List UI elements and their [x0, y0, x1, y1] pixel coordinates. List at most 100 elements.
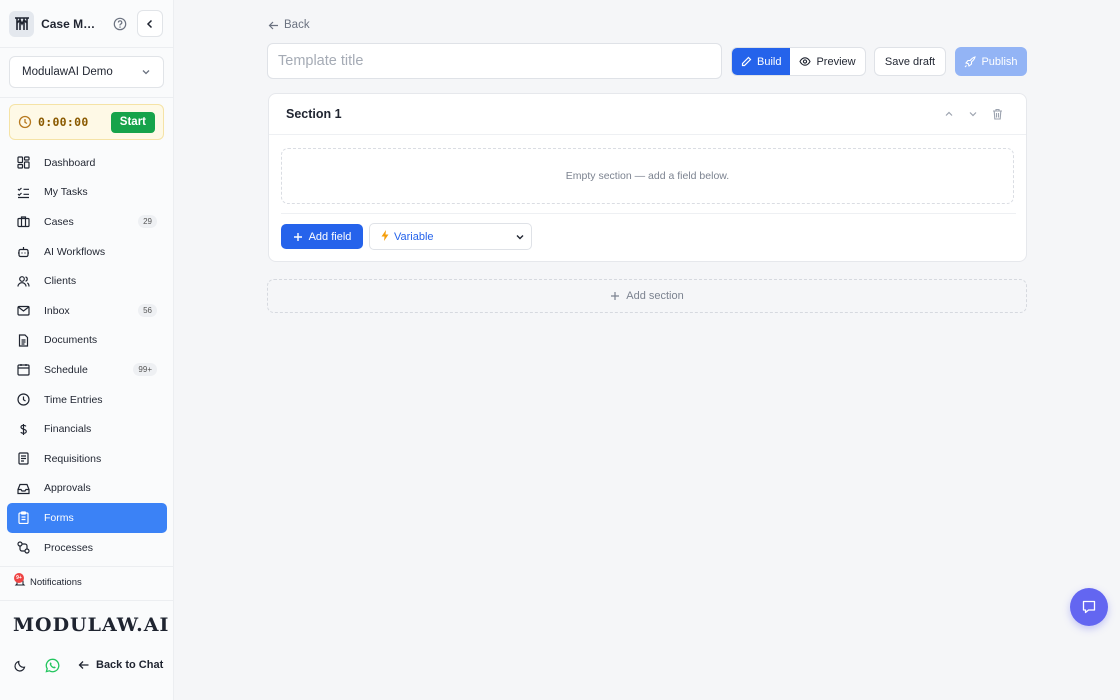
calendar-icon [17, 363, 30, 377]
bell-icon: 9+ [14, 573, 26, 588]
org-select[interactable]: ModulawAI Demo [9, 56, 164, 88]
app-title: Case Man... [41, 16, 101, 31]
divider [0, 566, 174, 567]
tab-build-label: Build [757, 55, 782, 68]
sidebar-item-dashboard[interactable]: Dashboard [7, 148, 167, 178]
clipboard-icon [17, 511, 30, 525]
chevron-down-icon [142, 70, 150, 75]
tasks-icon [17, 186, 30, 199]
collapse-sidebar-button[interactable] [136, 10, 163, 37]
briefcase-icon [17, 215, 30, 228]
save-draft-button[interactable]: Save draft [874, 47, 946, 76]
sidebar-item-label: My Tasks [44, 186, 88, 199]
sidebar-item-forms[interactable]: Forms [7, 503, 167, 533]
chevron-left-icon [146, 19, 152, 28]
timer-value: 0:00:00 [38, 115, 89, 129]
delete-section-button[interactable] [985, 104, 1009, 124]
count-badge: 56 [138, 304, 157, 318]
sidebar-item-label: Time Entries [44, 393, 103, 406]
trash-icon [992, 108, 1002, 120]
sidebar-item-label: AI Workflows [44, 245, 106, 258]
sidebar-item-label: Clients [44, 275, 77, 288]
plus-icon [293, 232, 302, 241]
sidebar-item-schedule[interactable]: Schedule 99+ [7, 355, 167, 385]
move-up-button[interactable] [937, 104, 961, 124]
document-icon [17, 334, 30, 347]
lightning-icon [380, 229, 390, 245]
sidebar-item-label: Requisitions [44, 452, 102, 465]
clock-icon [17, 393, 30, 406]
whatsapp-button[interactable] [45, 658, 60, 673]
whatsapp-icon [45, 658, 60, 673]
sidebar-item-financials[interactable]: Financials [7, 414, 167, 444]
count-badge: 29 [138, 215, 157, 229]
tab-build[interactable]: Build [732, 48, 791, 75]
sidebar: Case Man... ModulawAI Demo 0:00:00 Start… [0, 0, 174, 700]
org-name: ModulawAI Demo [22, 66, 113, 78]
timer-start-button[interactable]: Start [110, 111, 155, 133]
back-to-chat-link[interactable]: Back to Chat [78, 659, 163, 671]
dollar-icon [17, 423, 30, 436]
sidebar-nav: Dashboard My Tasks Cases 29 AI Workflows… [7, 148, 167, 562]
back-to-chat-label: Back to Chat [96, 659, 164, 671]
sidebar-header: Case Man... [0, 0, 173, 48]
arrow-left-icon [78, 661, 89, 669]
sidebar-item-my-tasks[interactable]: My Tasks [7, 178, 167, 208]
sidebar-item-label: Schedule [44, 363, 88, 376]
back-link[interactable]: Back [268, 19, 310, 31]
inbox-check-icon [17, 482, 30, 495]
sidebar-item-label: Forms [44, 511, 74, 524]
moon-icon [14, 660, 26, 672]
pencil-icon [741, 56, 752, 67]
app-logo[interactable] [9, 10, 35, 37]
eye-icon [799, 57, 812, 66]
rocket-icon [965, 55, 977, 67]
add-field-button[interactable]: Add field [281, 224, 363, 249]
count-badge: 99+ [133, 363, 157, 377]
sidebar-item-cases[interactable]: Cases 29 [7, 207, 167, 237]
sidebar-item-inbox[interactable]: Inbox 56 [7, 296, 167, 326]
empty-section-placeholder: Empty section — add a field below. [281, 148, 1014, 204]
sidebar-item-processes[interactable]: Processes [7, 533, 167, 563]
section-title[interactable]: Section 1 [286, 107, 342, 121]
add-field-label: Add field [308, 230, 352, 243]
chevron-down-icon [969, 112, 977, 117]
arrow-left-icon [268, 21, 278, 29]
bot-icon [17, 245, 30, 258]
dark-mode-toggle[interactable] [14, 659, 27, 672]
timer-widget: 0:00:00 Start [9, 104, 164, 140]
field-type-value: Variable [394, 230, 434, 243]
move-down-button[interactable] [961, 104, 985, 124]
chat-bubble-icon [1082, 600, 1096, 614]
add-section-button[interactable]: Add section [267, 279, 1027, 313]
field-type-select[interactable]: Variable [369, 223, 532, 250]
section-header: Section 1 [269, 94, 1026, 135]
clock-icon [18, 115, 32, 129]
sidebar-item-label: Inbox [44, 304, 70, 317]
sidebar-item-requisitions[interactable]: Requisitions [7, 444, 167, 474]
empty-section-text: Empty section — add a field below. [565, 170, 730, 182]
divider [0, 97, 174, 98]
notifications-button[interactable]: 9+ Notifications [14, 573, 82, 588]
sidebar-item-documents[interactable]: Documents [7, 326, 167, 356]
sidebar-item-label: Financials [44, 423, 92, 436]
sidebar-item-ai-workflows[interactable]: AI Workflows [7, 237, 167, 267]
sidebar-item-clients[interactable]: Clients [7, 266, 167, 296]
plus-icon [611, 292, 620, 300]
sidebar-item-label: Documents [44, 334, 98, 347]
chat-fab-button[interactable] [1070, 588, 1108, 626]
divider [281, 213, 1016, 214]
sidebar-item-label: Cases [44, 215, 74, 228]
sidebar-footer: Back to Chat [14, 655, 174, 675]
tab-preview[interactable]: Preview [790, 48, 864, 75]
help-icon[interactable] [113, 17, 127, 31]
publish-label: Publish [981, 55, 1018, 68]
sidebar-item-approvals[interactable]: Approvals [7, 474, 167, 504]
publish-button[interactable]: Publish [955, 47, 1027, 76]
sidebar-item-time-entries[interactable]: Time Entries [7, 385, 167, 415]
template-title-input[interactable] [267, 43, 722, 79]
dashboard-icon [17, 156, 30, 169]
tab-preview-label: Preview [816, 55, 856, 68]
back-label: Back [284, 19, 310, 31]
sidebar-item-label: Dashboard [44, 156, 96, 169]
